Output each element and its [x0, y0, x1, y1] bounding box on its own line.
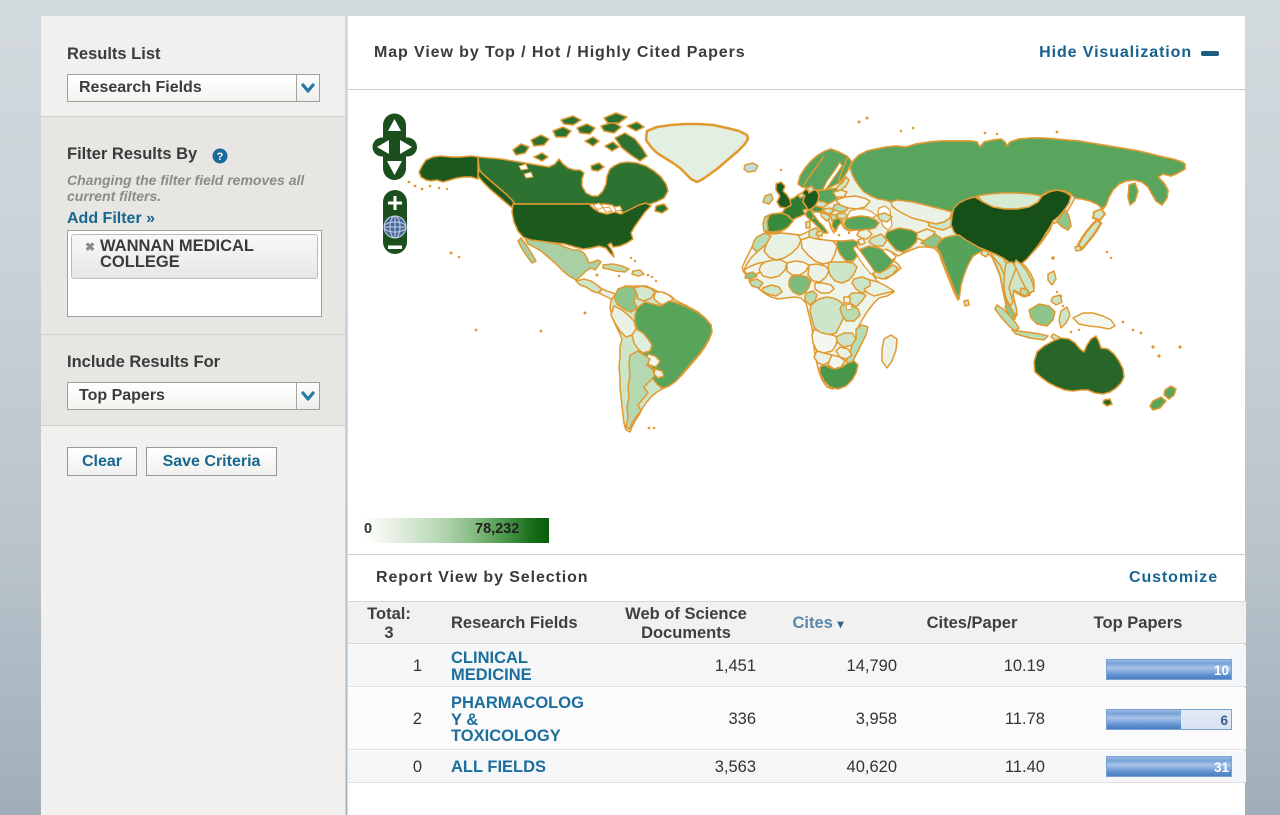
svg-text:?: ?: [217, 151, 224, 163]
